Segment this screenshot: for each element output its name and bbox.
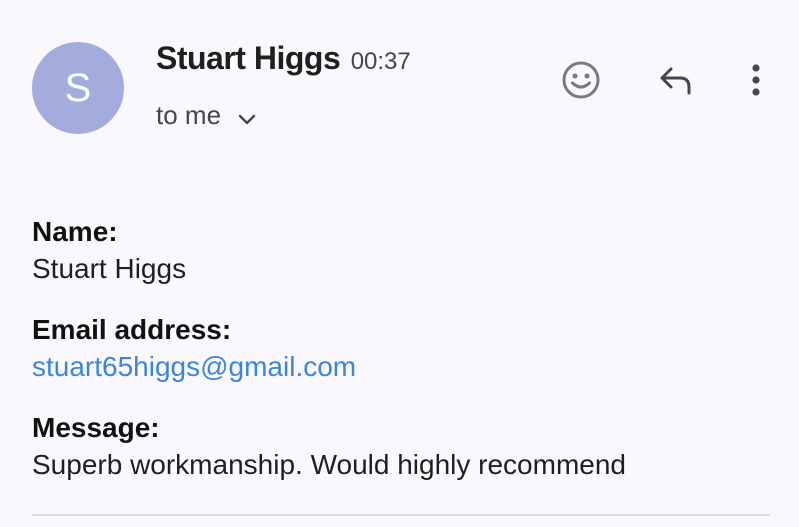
reply-button[interactable]	[651, 58, 699, 106]
more-options-button[interactable]	[732, 58, 780, 106]
sender-line: Stuart Higgs 00:37	[156, 40, 411, 77]
emoji-react-icon	[561, 60, 601, 105]
message-field: Message: Superb workmanship. Would highl…	[32, 410, 772, 484]
reply-icon	[655, 60, 695, 105]
divider	[32, 514, 770, 516]
email-field: Email address: stuart65higgs@gmail.com	[32, 312, 772, 386]
email-label: Email address:	[32, 314, 232, 345]
email-header: S Stuart Higgs 00:37 to me	[0, 0, 799, 160]
name-value: Stuart Higgs	[32, 253, 187, 284]
add-reaction-button[interactable]	[557, 58, 605, 106]
name-field: Name: Stuart Higgs	[32, 214, 772, 288]
message-label: Message:	[32, 412, 160, 443]
sender-name[interactable]: Stuart Higgs	[156, 40, 341, 76]
chevron-down-icon	[238, 102, 256, 133]
more-vertical-icon	[750, 60, 762, 105]
sender-avatar[interactable]: S	[32, 42, 124, 134]
sent-time: 00:37	[350, 48, 411, 75]
email-body: Name: Stuart Higgs Email address: stuart…	[32, 214, 772, 508]
name-label: Name:	[32, 216, 118, 247]
recipient-details-toggle[interactable]: to me	[156, 100, 256, 133]
email-link[interactable]: stuart65higgs@gmail.com	[32, 351, 356, 382]
recipient-label: to me	[156, 100, 222, 130]
message-value: Superb workmanship. Would highly recomme…	[32, 449, 626, 480]
